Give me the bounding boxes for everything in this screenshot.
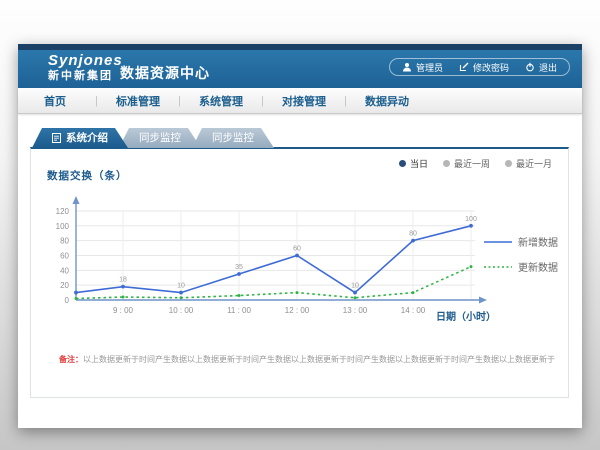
range-option-label: 最近一周 bbox=[454, 157, 490, 170]
svg-text:9 : 00: 9 : 00 bbox=[113, 306, 134, 315]
nav-item-0[interactable]: 首页 bbox=[18, 93, 92, 109]
radio-dot bbox=[505, 160, 512, 167]
page-title: 数据资源中心 bbox=[120, 63, 210, 83]
range-option-label: 最近一月 bbox=[516, 157, 552, 170]
range-option-1[interactable]: 最近一周 bbox=[443, 157, 490, 170]
chart-legend: 新增数据更新数据 bbox=[484, 234, 558, 284]
app-header: Synjones 新中新集团 数据资源中心 管理员 修改密 bbox=[18, 50, 582, 88]
range-option-label: 当日 bbox=[410, 157, 428, 170]
logo-subtext: 新中新集团 bbox=[48, 70, 123, 82]
legend-label: 更新数据 bbox=[518, 259, 558, 274]
power-icon bbox=[525, 62, 535, 72]
document-icon bbox=[52, 133, 61, 143]
svg-text:13 : 00: 13 : 00 bbox=[343, 306, 368, 315]
tab-bar: 系统介绍 同步监控 同步监控 bbox=[32, 128, 274, 148]
change-password-label: 修改密码 bbox=[473, 61, 509, 74]
svg-text:20: 20 bbox=[60, 281, 69, 290]
svg-text:80: 80 bbox=[60, 237, 69, 246]
radio-dot bbox=[443, 160, 450, 167]
svg-text:10: 10 bbox=[351, 283, 359, 290]
user-toolbar: 管理员 修改密码 退出 bbox=[389, 58, 570, 76]
nav-item-4[interactable]: 数据异动 bbox=[350, 93, 424, 109]
svg-text:120: 120 bbox=[56, 207, 70, 216]
svg-text:60: 60 bbox=[293, 245, 301, 252]
tab-label: 同步监控 bbox=[212, 128, 254, 148]
change-password-button[interactable]: 修改密码 bbox=[459, 61, 509, 74]
time-range-options: 当日 最近一周 最近一月 bbox=[399, 157, 552, 170]
range-option-2[interactable]: 最近一月 bbox=[505, 157, 552, 170]
svg-text:14 : 00: 14 : 00 bbox=[401, 306, 426, 315]
nav-item-1[interactable]: 标准管理 bbox=[101, 93, 175, 109]
svg-text:35: 35 bbox=[235, 264, 243, 271]
user-icon bbox=[402, 62, 412, 72]
tab-label: 同步监控 bbox=[139, 128, 181, 148]
logout-label: 退出 bbox=[539, 61, 557, 74]
range-option-0[interactable]: 当日 bbox=[399, 157, 428, 170]
main-nav: 首页|标准管理|系统管理|对接管理|数据异动 bbox=[18, 88, 582, 114]
tab-1[interactable]: 同步监控 bbox=[119, 128, 201, 148]
line-chart: 0 20 40 60 80 100 120 9 : 00 10 : 00 11 : 00 12 : … bbox=[39, 186, 509, 336]
logout-button[interactable]: 退出 bbox=[525, 61, 557, 74]
chart-y-axis-title: 数据交换（条） bbox=[47, 168, 128, 183]
user-menu[interactable]: 管理员 bbox=[402, 61, 443, 74]
svg-text:10 : 00: 10 : 00 bbox=[169, 306, 194, 315]
nav-divider: | bbox=[341, 95, 350, 107]
svg-text:12 : 00: 12 : 00 bbox=[285, 306, 310, 315]
nav-divider: | bbox=[258, 95, 267, 107]
nav-item-3[interactable]: 对接管理 bbox=[267, 93, 341, 109]
company-logo: Synjones 新中新集团 bbox=[48, 53, 123, 82]
tab-2[interactable]: 同步监控 bbox=[192, 128, 274, 148]
legend-item-0: 新增数据 bbox=[484, 234, 558, 249]
svg-text:80: 80 bbox=[409, 231, 417, 238]
svg-text:11 : 00: 11 : 00 bbox=[227, 306, 251, 315]
nav-divider: | bbox=[175, 95, 184, 107]
legend-label: 新增数据 bbox=[518, 234, 558, 249]
footnote: 备注：以上数据更新于时间产生数据以上数据更新于时间产生数据以上数据更新于时间产生… bbox=[59, 354, 559, 365]
svg-text:60: 60 bbox=[60, 251, 69, 260]
radio-dot bbox=[399, 160, 406, 167]
svg-text:18: 18 bbox=[119, 277, 127, 284]
chart-gridlines bbox=[76, 211, 475, 300]
user-name: 管理员 bbox=[416, 61, 443, 74]
legend-line-sample bbox=[484, 238, 512, 246]
footnote-label: 备注： bbox=[59, 355, 83, 364]
footnote-text: 以上数据更新于时间产生数据以上数据更新于时间产生数据以上数据更新于时间产生数据以… bbox=[83, 355, 555, 364]
svg-text:100: 100 bbox=[465, 216, 477, 223]
logo-text: Synjones bbox=[48, 53, 123, 70]
desktop-background: Synjones 新中新集团 数据资源中心 管理员 修改密 bbox=[0, 0, 600, 450]
legend-item-1: 更新数据 bbox=[484, 259, 558, 274]
content-panel: 当日 最近一周 最近一月 数据交换（条） 0 20 40 60 80 100 120 9 : 00… bbox=[30, 147, 569, 398]
chart-tick-labels: 0 20 40 60 80 100 120 9 : 00 10 : 00 11 : 00 12 : … bbox=[56, 207, 426, 315]
chart-x-axis-title: 日期（小时） bbox=[436, 310, 496, 323]
nav-divider: | bbox=[92, 95, 101, 107]
svg-text:0: 0 bbox=[65, 296, 70, 305]
svg-text:10: 10 bbox=[177, 283, 185, 290]
nav-item-2[interactable]: 系统管理 bbox=[184, 93, 258, 109]
legend-line-sample bbox=[484, 263, 512, 271]
app-window: Synjones 新中新集团 数据资源中心 管理员 修改密 bbox=[18, 44, 582, 428]
tab-0[interactable]: 系统介绍 bbox=[32, 128, 128, 148]
svg-text:100: 100 bbox=[56, 222, 70, 231]
edit-icon bbox=[459, 62, 469, 72]
svg-text:40: 40 bbox=[60, 266, 69, 275]
tab-label: 系统介绍 bbox=[66, 128, 108, 148]
